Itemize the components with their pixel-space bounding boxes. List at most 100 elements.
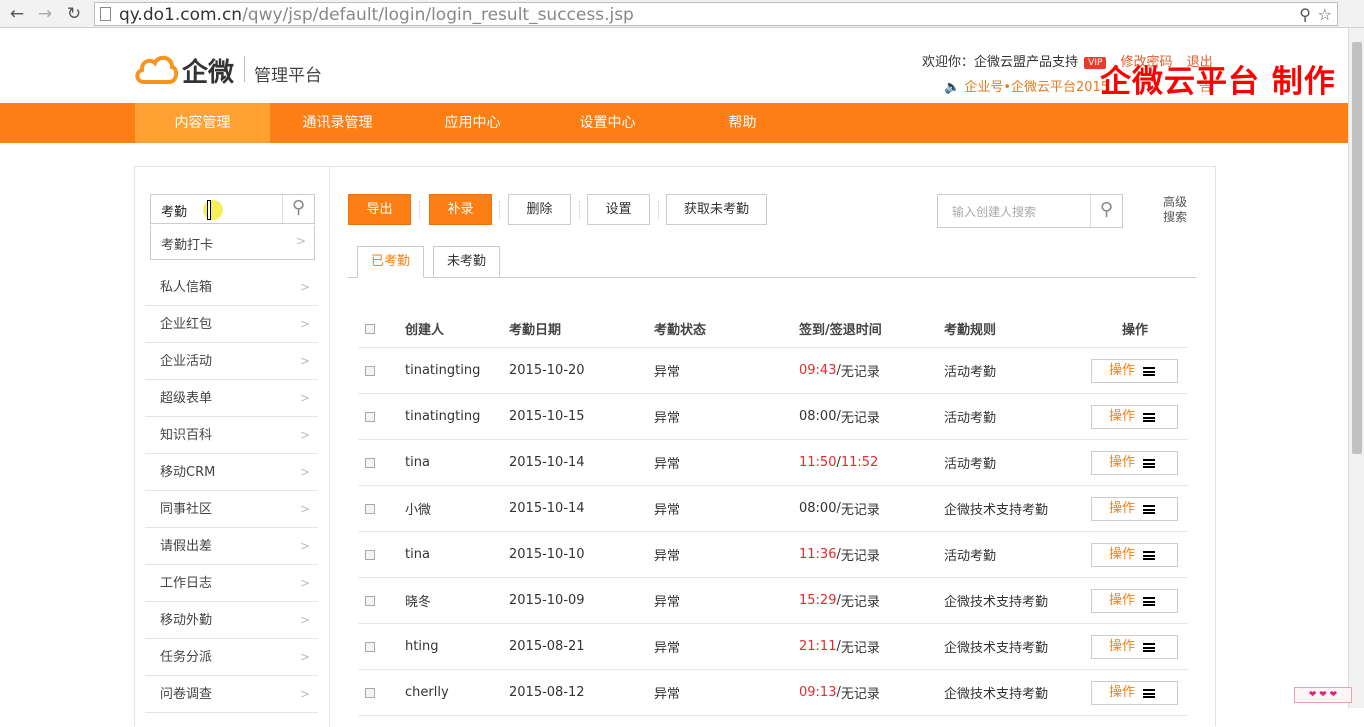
browser-toolbar: ← → ↻ qy.do1.com.cn/qwy/jsp/default/logi… (0, 0, 1364, 28)
date-cell: 2015-10-20 (509, 363, 585, 378)
status-cell: 异常 (654, 595, 681, 610)
sidebar-item[interactable]: 超级表单 > (145, 380, 318, 417)
address-bar[interactable]: qy.do1.com.cn/qwy/jsp/default/login/logi… (94, 2, 1338, 26)
signin-signout-cell: 15:29/无记录 (799, 578, 880, 623)
scrollbar-thumb[interactable] (1352, 42, 1362, 454)
search-value: 考勤 (161, 205, 188, 220)
row-checkbox[interactable] (365, 458, 375, 468)
row-checkbox[interactable] (365, 688, 375, 698)
status-cell: 异常 (654, 503, 681, 518)
bookmark-star-icon[interactable]: ☆ (1318, 4, 1332, 26)
rule-cell: 活动考勤 (944, 549, 997, 564)
row-checkbox[interactable] (365, 642, 375, 652)
menu-icon (1143, 551, 1155, 560)
sidebar-item-label: 知识百科 (160, 428, 213, 443)
sidebar-item[interactable]: 私人信箱 > (145, 269, 318, 306)
signin-signout-cell: 09:43/无记录 (799, 348, 880, 393)
welcome-text: 欢迎你：企微云盟产品支持 (922, 55, 1079, 70)
search-icon[interactable]: ⚲ (282, 195, 314, 223)
table-row: tinatingting 2015-10-20 异常 09:43/无记录 活动考勤 操作 (358, 348, 1188, 394)
row-action-button[interactable]: 操作 (1091, 543, 1178, 567)
signout-time: 无记录 (840, 641, 880, 656)
nav-contacts-management[interactable]: 通讯录管理 (270, 103, 405, 143)
row-checkbox[interactable] (365, 596, 375, 606)
row-action-button[interactable]: 操作 (1091, 451, 1178, 475)
row-checkbox[interactable] (365, 504, 375, 514)
column-header: 签到/签退时间 (799, 322, 882, 338)
forward-icon[interactable]: → (34, 3, 56, 25)
sidebar-item-label: 工作日志 (160, 576, 213, 591)
sidebar-item[interactable]: 知识百科 > (145, 417, 318, 454)
settings-button[interactable]: 设置 (587, 194, 650, 225)
corner-widget-icon[interactable]: ❤ ❤ ❤ (1294, 687, 1352, 703)
sidebar-item[interactable]: 问卷调查 > (145, 676, 318, 713)
fetch-absent-button[interactable]: 获取未考勤 (666, 194, 767, 225)
sidebar-item[interactable]: 请假出差 > (145, 528, 318, 565)
date-cell: 2015-10-15 (509, 409, 585, 424)
vertical-scrollbar[interactable] (1348, 28, 1364, 708)
row-checkbox[interactable] (365, 366, 375, 376)
sidebar-item[interactable]: 企业红包 > (145, 306, 318, 343)
nav-content-management[interactable]: 内容管理 (135, 103, 270, 143)
advanced-search-link[interactable]: 高级搜索 (1163, 195, 1193, 225)
tab-not-attended[interactable]: 未考勤 (433, 246, 500, 278)
export-button[interactable]: 导出 (348, 194, 411, 225)
row-checkbox[interactable] (365, 550, 375, 560)
row-checkbox[interactable] (365, 412, 375, 422)
signin-signout-cell: 11:50/11:52 (799, 440, 878, 485)
sidebar-item[interactable]: 工作日志 > (145, 565, 318, 602)
search-icon[interactable]: ⚲ (1299, 4, 1311, 26)
sidebar-item-label: 企业红包 (160, 317, 213, 332)
chevron-right-icon: > (299, 576, 310, 590)
nav-help[interactable]: 帮助 (675, 103, 810, 143)
delete-button[interactable]: 删除 (508, 194, 571, 225)
sidebar-item[interactable]: 移动外勤 > (145, 602, 318, 639)
signin-signout-cell: 08:00/无记录 (799, 486, 880, 531)
tab-attended[interactable]: 已考勤 (357, 246, 424, 278)
sidebar-item[interactable]: 企业活动 > (145, 343, 318, 380)
row-action-button[interactable]: 操作 (1091, 405, 1178, 429)
row-action-button[interactable]: 操作 (1091, 589, 1178, 613)
signin-time: 11:50 (799, 455, 837, 470)
supplement-button[interactable]: 补录 (429, 194, 492, 225)
logo-subtitle: 管理平台 (254, 66, 322, 86)
row-action-button[interactable]: 操作 (1091, 681, 1178, 705)
rule-cell: 企微技术支持考勤 (944, 503, 1049, 518)
status-cell: 异常 (654, 411, 681, 426)
row-action-button[interactable]: 操作 (1091, 635, 1178, 659)
suggestion-label: 考勤打卡 (161, 238, 214, 253)
reload-icon[interactable]: ↻ (63, 3, 85, 25)
sidebar-item[interactable]: 任务分派 > (145, 639, 318, 676)
nav-app-center[interactable]: 应用中心 (405, 103, 540, 143)
sidebar-item[interactable]: 同事社区 > (145, 491, 318, 528)
sidebar-item-label: 私人信箱 (160, 280, 213, 295)
table-row: tina 2015-10-10 异常 11:36/无记录 活动考勤 操作 (358, 532, 1188, 578)
sidebar-menu: 私人信箱 > 企业红包 > 企业活动 > 超级表单 > 知识百科 > 移动CRM > 同事社… (145, 269, 318, 713)
signin-time: 09:43 (799, 363, 837, 378)
logo[interactable]: 企微 管理平台 (134, 52, 334, 88)
search-icon[interactable]: ⚲ (1090, 195, 1122, 227)
select-all-checkbox[interactable] (365, 324, 375, 334)
row-action-button[interactable]: 操作 (1091, 359, 1178, 383)
table-body: tinatingting 2015-10-20 异常 09:43/无记录 活动考勤 操作 t… (358, 348, 1188, 716)
chevron-right-icon: > (299, 502, 310, 516)
row-action-button[interactable]: 操作 (1091, 497, 1178, 521)
column-header: 考勤状态 (654, 322, 707, 338)
signin-signout-cell: 21:11/无记录 (799, 624, 880, 669)
creator-cell: tina (405, 547, 430, 562)
signin-time: 15:29 (799, 593, 837, 608)
table-header: 创建人 考勤日期 考勤状态 签到/签退时间 考勤规则 操作 (358, 309, 1188, 348)
sidebar-item[interactable]: 移动CRM > (145, 454, 318, 491)
sidebar-item-label: 移动外勤 (160, 613, 213, 628)
date-cell: 2015-10-10 (509, 547, 585, 562)
nav-settings-center[interactable]: 设置中心 (540, 103, 675, 143)
url-text: qy.do1.com.cn/qwy/jsp/default/login/logi… (119, 5, 634, 25)
search-suggestion[interactable]: 考勤打卡 > (150, 225, 315, 260)
back-icon[interactable]: ← (6, 3, 28, 25)
toolbar-separator (499, 201, 500, 219)
menu-icon (1143, 643, 1155, 652)
menu-icon (1143, 413, 1155, 422)
sidebar-search-input[interactable]: 考勤 ⚲ (150, 194, 315, 224)
creator-search-input[interactable]: 输入创建人搜索 ⚲ (937, 194, 1123, 228)
date-cell: 2015-10-14 (509, 501, 585, 516)
